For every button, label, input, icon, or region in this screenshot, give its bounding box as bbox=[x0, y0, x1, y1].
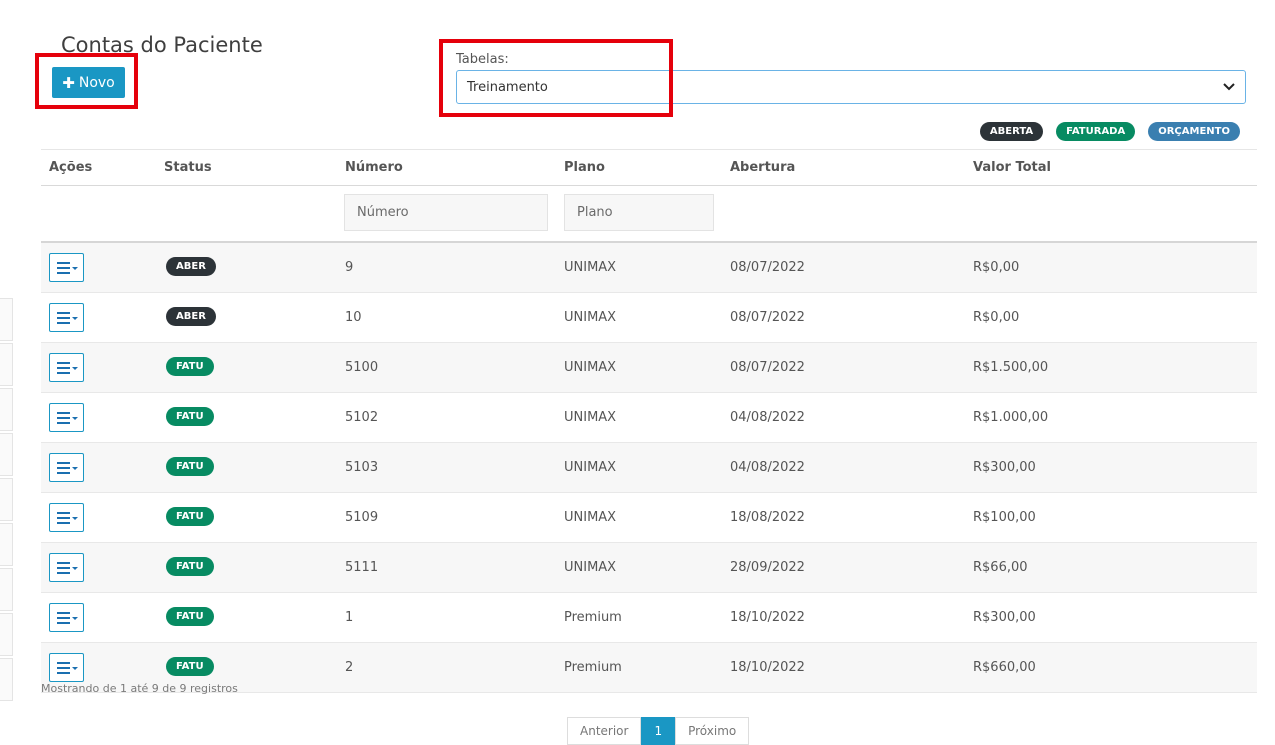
status-badge: FATU bbox=[166, 357, 214, 376]
cell-valor-total: R$1.000,00 bbox=[973, 410, 1049, 425]
header-abertura[interactable]: Abertura bbox=[730, 160, 795, 175]
table-header: Ações Status Número Plano Abertura Valor… bbox=[41, 149, 1257, 186]
row-actions-menu-button[interactable] bbox=[49, 503, 84, 532]
row-actions-menu-button[interactable] bbox=[49, 653, 84, 682]
status-badge: FATU bbox=[166, 657, 214, 676]
table-row: FATU 5102 UNIMAX 04/08/2022 R$1.000,00 bbox=[41, 393, 1257, 443]
cell-numero: 10 bbox=[345, 310, 362, 325]
cell-abertura: 18/10/2022 bbox=[730, 610, 805, 625]
cell-numero: 5102 bbox=[345, 410, 379, 425]
filter-row: Número Plano bbox=[41, 186, 1257, 243]
row-actions-menu-button[interactable] bbox=[49, 353, 84, 382]
header-numero[interactable]: Número bbox=[345, 160, 403, 175]
cell-numero: 5100 bbox=[345, 360, 379, 375]
accounts-table: Ações Status Número Plano Abertura Valor… bbox=[41, 149, 1257, 693]
cell-plano: Premium bbox=[564, 660, 622, 675]
header-status[interactable]: Status bbox=[164, 160, 212, 175]
cell-abertura: 04/08/2022 bbox=[730, 410, 805, 425]
chevron-down-icon bbox=[1223, 80, 1235, 94]
cell-abertura: 18/10/2022 bbox=[730, 660, 805, 675]
header-acoes: Ações bbox=[49, 160, 93, 175]
pagination-next[interactable]: Próximo bbox=[675, 717, 750, 745]
cell-abertura: 08/07/2022 bbox=[730, 260, 805, 275]
list-menu-icon bbox=[57, 362, 78, 374]
table-row: FATU 1 Premium 18/10/2022 R$300,00 bbox=[41, 593, 1257, 643]
cell-plano: UNIMAX bbox=[564, 260, 617, 275]
plano-filter-input[interactable]: Plano bbox=[564, 194, 714, 231]
row-actions-menu-button[interactable] bbox=[49, 303, 84, 332]
status-badge: FATU bbox=[166, 457, 214, 476]
table-row: FATU 5109 UNIMAX 18/08/2022 R$100,00 bbox=[41, 493, 1257, 543]
cell-abertura: 28/09/2022 bbox=[730, 560, 805, 575]
list-menu-icon bbox=[57, 462, 78, 474]
cell-plano: UNIMAX bbox=[564, 410, 617, 425]
header-valor-total[interactable]: Valor Total bbox=[973, 160, 1051, 175]
cell-numero: 1 bbox=[345, 610, 354, 625]
table-row: FATU 5103 UNIMAX 04/08/2022 R$300,00 bbox=[41, 443, 1257, 493]
list-menu-icon bbox=[57, 262, 78, 274]
table-info: Mostrando de 1 até 9 de 9 registros bbox=[41, 682, 238, 695]
table-row: FATU 5111 UNIMAX 28/09/2022 R$66,00 bbox=[41, 543, 1257, 593]
list-menu-icon bbox=[57, 612, 78, 624]
highlight-box-new bbox=[35, 53, 138, 109]
cell-plano: Premium bbox=[564, 610, 622, 625]
cell-valor-total: R$1.500,00 bbox=[973, 360, 1049, 375]
legend-orcamento: ORÇAMENTO bbox=[1148, 122, 1240, 141]
table-body: ABER 9 UNIMAX 08/07/2022 R$0,00 ABER 10 UNIMAX 0… bbox=[41, 243, 1257, 693]
cell-numero: 2 bbox=[345, 660, 354, 675]
cell-valor-total: R$66,00 bbox=[973, 560, 1028, 575]
cell-valor-total: R$0,00 bbox=[973, 260, 1020, 275]
list-menu-icon bbox=[57, 512, 78, 524]
legend-aberta: ABERTA bbox=[979, 122, 1044, 141]
table-row: ABER 10 UNIMAX 08/07/2022 R$0,00 bbox=[41, 293, 1257, 343]
status-badge: FATU bbox=[166, 507, 214, 526]
legend-faturada: FATURADA bbox=[1056, 122, 1136, 141]
cell-abertura: 04/08/2022 bbox=[730, 460, 805, 475]
cell-abertura: 18/08/2022 bbox=[730, 510, 805, 525]
cell-valor-total: R$660,00 bbox=[973, 660, 1036, 675]
status-badge: FATU bbox=[166, 557, 214, 576]
cell-abertura: 08/07/2022 bbox=[730, 360, 805, 375]
row-actions-menu-button[interactable] bbox=[49, 253, 84, 282]
row-actions-menu-button[interactable] bbox=[49, 603, 84, 632]
row-actions-menu-button[interactable] bbox=[49, 453, 84, 482]
status-badge: FATU bbox=[166, 607, 214, 626]
table-row: FATU 5100 UNIMAX 08/07/2022 R$1.500,00 bbox=[41, 343, 1257, 393]
status-badge: FATU bbox=[166, 407, 214, 426]
row-actions-menu-button[interactable] bbox=[49, 553, 84, 582]
status-legend: ABERTA FATURADA ORÇAMENTO bbox=[979, 122, 1240, 141]
cell-plano: UNIMAX bbox=[564, 510, 617, 525]
header-plano[interactable]: Plano bbox=[564, 160, 605, 175]
cell-valor-total: R$0,00 bbox=[973, 310, 1020, 325]
row-actions-menu-button[interactable] bbox=[49, 403, 84, 432]
cell-valor-total: R$100,00 bbox=[973, 510, 1036, 525]
cell-numero: 9 bbox=[345, 260, 354, 275]
cell-numero: 5111 bbox=[345, 560, 379, 575]
cell-plano: UNIMAX bbox=[564, 560, 617, 575]
list-menu-icon bbox=[57, 412, 78, 424]
list-menu-icon bbox=[57, 312, 78, 324]
cell-numero: 5103 bbox=[345, 460, 379, 475]
cell-numero: 5109 bbox=[345, 510, 379, 525]
cell-valor-total: R$300,00 bbox=[973, 610, 1036, 625]
cell-abertura: 08/07/2022 bbox=[730, 310, 805, 325]
left-panel-edge bbox=[0, 298, 13, 701]
cell-plano: UNIMAX bbox=[564, 360, 617, 375]
status-badge: ABER bbox=[166, 257, 216, 276]
pagination: Anterior 1 Próximo bbox=[567, 717, 750, 745]
cell-plano: UNIMAX bbox=[564, 310, 617, 325]
cell-plano: UNIMAX bbox=[564, 460, 617, 475]
pagination-prev[interactable]: Anterior bbox=[567, 717, 642, 745]
list-menu-icon bbox=[57, 662, 78, 674]
status-badge: ABER bbox=[166, 307, 216, 326]
list-menu-icon bbox=[57, 562, 78, 574]
cell-valor-total: R$300,00 bbox=[973, 460, 1036, 475]
highlight-box-tabelas bbox=[439, 39, 673, 117]
table-row: ABER 9 UNIMAX 08/07/2022 R$0,00 bbox=[41, 243, 1257, 293]
numero-filter-input[interactable]: Número bbox=[344, 194, 548, 231]
pagination-page-1[interactable]: 1 bbox=[641, 717, 676, 745]
